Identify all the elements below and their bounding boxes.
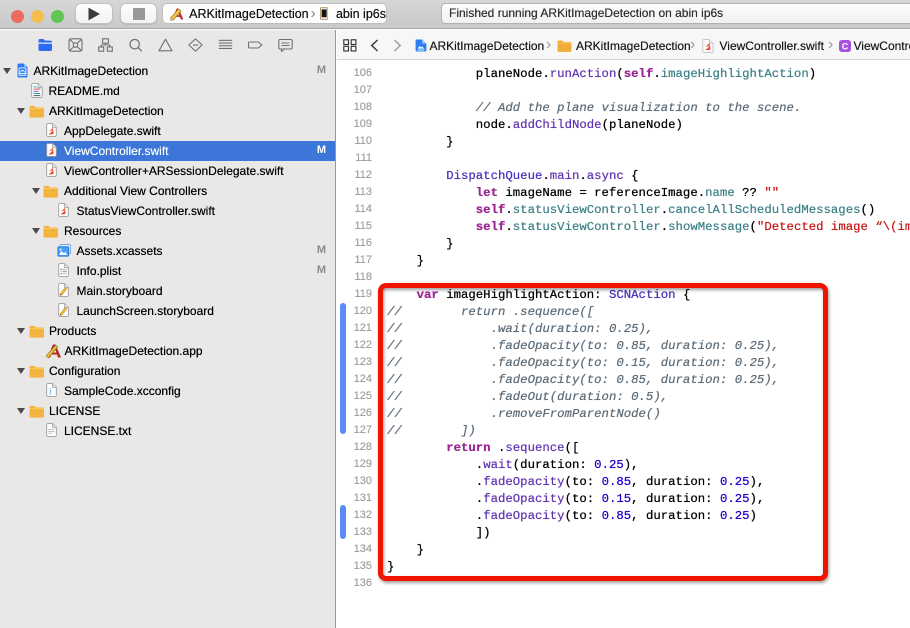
svg-text:C: C	[841, 41, 848, 51]
